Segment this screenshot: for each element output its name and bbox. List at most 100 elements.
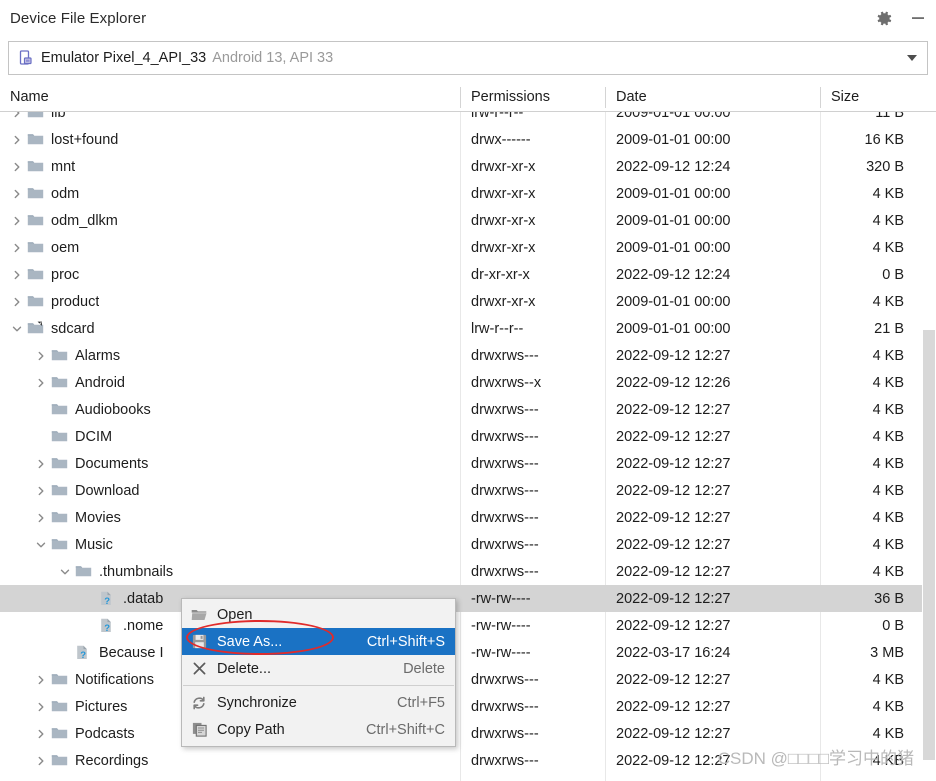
file-tree-row[interactable]: ? .datab -rw-rw---- 2022-09-12 12:27 36 B [0,585,936,612]
device-name-label: Emulator Pixel_4_API_33 [41,50,207,66]
chevron-right-icon[interactable] [34,349,48,363]
context-menu-item[interactable]: Synchronize Ctrl+F5 [182,689,455,716]
chevron-right-icon[interactable] [34,700,48,714]
file-tree-row[interactable]: Documents drwxrws--- 2022-09-12 12:27 4 KB [0,450,936,477]
chevron-down-icon[interactable] [907,55,917,61]
file-row-name-cell[interactable]: Alarms [0,342,460,369]
file-name-label: Podcasts [75,725,135,742]
file-row-name-cell[interactable]: lost+found [0,126,460,153]
file-tree-row[interactable]: DCIM drwxrws--- 2022-09-12 12:27 4 KB [0,423,936,450]
context-menu-item[interactable]: Delete... Delete [182,655,455,682]
file-row-name-cell[interactable]: Movies [0,504,460,531]
save-icon [190,633,208,651]
file-row-name-cell[interactable]: odm_dlkm [0,207,460,234]
chevron-down-icon[interactable] [34,538,48,552]
file-tree-row[interactable]: mnt drwxr-xr-x 2022-09-12 12:24 320 B [0,153,936,180]
file-tree-row[interactable]: Pictures drwxrws--- 2022-09-12 12:27 4 KB [0,693,936,720]
chevron-right-icon[interactable] [34,457,48,471]
file-row-name-cell[interactable]: lib [0,112,460,126]
file-row-name-cell[interactable]: Download [0,477,460,504]
file-tree-row[interactable]: lib lrw-r--r-- 2009-01-01 00:00 11 B [0,112,936,126]
file-row-name-cell[interactable]: DCIM [0,423,460,450]
chevron-right-icon[interactable] [10,112,24,120]
file-tree-row[interactable]: Podcasts drwxrws--- 2022-09-12 12:27 4 KB [0,720,936,747]
file-date-cell: 2022-09-12 12:27 [616,698,731,715]
chevron-down-icon[interactable] [58,565,72,579]
file-row-name-cell[interactable]: Music [0,531,460,558]
minimize-icon[interactable] [908,8,928,28]
chevron-right-icon[interactable] [10,160,24,174]
file-row-name-cell[interactable]: oem [0,234,460,261]
file-tree-row[interactable]: Download drwxrws--- 2022-09-12 12:27 4 KB [0,477,936,504]
context-menu[interactable]: Open Save As... Ctrl+Shift+S Delete... Delet… [181,598,456,747]
file-tree[interactable]: lib lrw-r--r-- 2009-01-01 00:00 11 B lost+fo… [0,112,936,781]
svg-text:?: ? [80,650,86,660]
chevron-right-icon[interactable] [10,133,24,147]
file-tree-row[interactable]: oem drwxr-xr-x 2009-01-01 00:00 4 KB [0,234,936,261]
file-row-name-cell[interactable]: proc [0,261,460,288]
file-row-name-cell[interactable]: mnt [0,153,460,180]
gear-icon[interactable] [874,8,894,28]
file-row-name-cell[interactable]: sdcard [0,315,460,342]
column-header-name[interactable]: Name [0,83,460,111]
file-row-name-cell[interactable]: odm [0,180,460,207]
file-row-name-cell[interactable]: Ringtones [0,774,460,781]
column-header-permissions[interactable]: Permissions [461,83,605,111]
chevron-right-icon[interactable] [34,727,48,741]
file-permissions-cell: drwxrws--- [471,671,539,688]
chevron-right-icon[interactable] [10,268,24,282]
column-header-size[interactable]: Size [821,83,921,111]
scrollbar-thumb[interactable] [923,330,935,760]
chevron-right-icon[interactable] [10,295,24,309]
file-tree-row[interactable]: odm_dlkm drwxr-xr-x 2009-01-01 00:00 4 KB [0,207,936,234]
file-row-name-cell[interactable]: product [0,288,460,315]
file-tree-row[interactable]: Notifications drwxrws--- 2022-09-12 12:27 4… [0,666,936,693]
file-tree-row[interactable]: sdcard lrw-r--r-- 2009-01-01 00:00 21 B [0,315,936,342]
file-name-label: DCIM [75,428,113,445]
file-row-name-cell[interactable]: Audiobooks [0,396,460,423]
file-tree-row[interactable]: ? .nome -rw-rw---- 2022-09-12 12:27 0 B [0,612,936,639]
file-tree-row[interactable]: lost+found drwx------ 2009-01-01 00:00 16 K… [0,126,936,153]
vertical-scrollbar[interactable] [922,112,936,781]
column-header-date[interactable]: Date [606,83,820,111]
chevron-right-icon[interactable] [10,187,24,201]
file-row-name-cell[interactable]: .thumbnails [0,558,460,585]
chevron-right-icon[interactable] [34,673,48,687]
folder-icon [51,537,68,552]
context-menu-item[interactable]: Save As... Ctrl+Shift+S [182,628,455,655]
context-menu-item[interactable]: Open [182,601,455,628]
chevron-right-icon[interactable] [34,511,48,525]
chevron-right-icon[interactable] [34,754,48,768]
device-selector-combobox[interactable]: Emulator Pixel_4_API_33 Android 13, API … [8,41,928,75]
context-menu-item[interactable]: Copy Path Ctrl+Shift+C [182,716,455,743]
file-date-cell: 2009-01-01 00:00 [616,112,731,121]
file-row-name-cell[interactable]: Android [0,369,460,396]
file-tree-row[interactable]: ? Because I -rw-rw---- 2022-03-17 16:24 3 MB [0,639,936,666]
file-tree-row[interactable]: Movies drwxrws--- 2022-09-12 12:27 4 KB [0,504,936,531]
file-tree-row[interactable]: Recordings drwxrws--- 2022-09-12 12:27 4 KB [0,747,936,774]
file-tree-row[interactable]: odm drwxr-xr-x 2009-01-01 00:00 4 KB [0,180,936,207]
file-tree-row[interactable]: proc dr-xr-xr-x 2022-09-12 12:24 0 B [0,261,936,288]
chevron-right-icon[interactable] [34,376,48,390]
chevron-right-icon[interactable] [10,241,24,255]
file-tree-row[interactable]: Alarms drwxrws--- 2022-09-12 12:27 4 KB [0,342,936,369]
device-selector-bar: Emulator Pixel_4_API_33 Android 13, API … [0,36,936,82]
file-size-cell: 4 KB [872,347,904,364]
folder-icon [51,402,68,417]
chevron-right-icon[interactable] [10,214,24,228]
file-row-name-cell[interactable]: Recordings [0,747,460,774]
chevron-down-icon[interactable] [10,322,24,336]
file-tree-row[interactable]: product drwxr-xr-x 2009-01-01 00:00 4 KB [0,288,936,315]
folder-icon [51,699,68,714]
file-tree-row[interactable]: Ringtonesdrwxrws---2022-09-12 12:274 KB [0,774,936,781]
folder-icon [51,726,68,741]
context-menu-item-label: Delete... [217,660,271,677]
file-size-cell: 11 B [875,112,904,121]
file-size-cell: 4 KB [872,563,904,580]
chevron-right-icon[interactable] [34,484,48,498]
file-tree-row[interactable]: Music drwxrws--- 2022-09-12 12:27 4 KB [0,531,936,558]
file-tree-row[interactable]: Audiobooks drwxrws--- 2022-09-12 12:27 4 KB [0,396,936,423]
file-tree-row[interactable]: Android drwxrws--x 2022-09-12 12:26 4 KB [0,369,936,396]
file-row-name-cell[interactable]: Documents [0,450,460,477]
file-tree-row[interactable]: .thumbnails drwxrws--- 2022-09-12 12:27 4 K… [0,558,936,585]
